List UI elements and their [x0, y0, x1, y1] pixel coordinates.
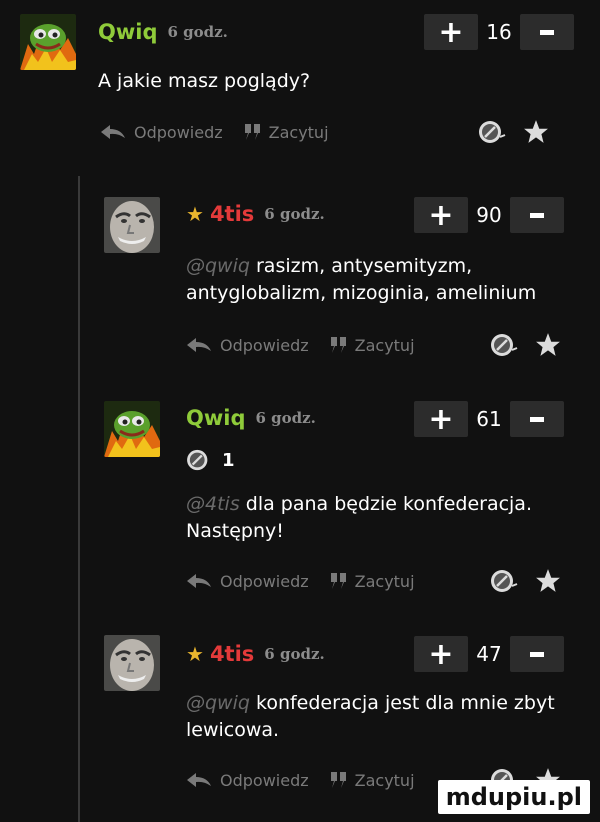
avatar-frog[interactable]: [20, 14, 76, 70]
comment-text: @qwiq rasizm, antysemityzm, antyglobaliz…: [186, 253, 576, 307]
reaction-count: 1: [222, 449, 235, 471]
vote-box: + 90: [414, 197, 564, 233]
upvote-button[interactable]: +: [414, 401, 468, 437]
vote-box: + 16: [424, 14, 574, 50]
reply-icon: [101, 125, 125, 139]
comment-header: ★ 4tis 6 godz.: [186, 636, 325, 672]
reaction-icon[interactable]: [490, 332, 520, 358]
comment-text: @qwiq konfederacja jest dla mnie zbyt le…: [186, 690, 586, 744]
reply-label: Odpowiedz: [220, 770, 309, 790]
reply-button[interactable]: Odpowiedz: [186, 336, 309, 355]
mention-link[interactable]: @qwiq: [186, 692, 250, 714]
vote-count: 61: [476, 407, 502, 431]
upvote-button[interactable]: +: [424, 14, 478, 50]
comment-actions: Odpowiedz Zacytuj: [100, 117, 351, 147]
star-badge-icon: ★: [186, 642, 204, 666]
star-badge-icon: ★: [186, 202, 204, 226]
vote-count: 16: [486, 20, 512, 44]
quote-label: Zacytuj: [354, 571, 415, 591]
comment-actions: Odpowiedz Zacytuj: [186, 330, 437, 360]
upvote-button[interactable]: +: [414, 636, 468, 672]
quote-icon: [330, 573, 346, 589]
reaction-icon[interactable]: [490, 568, 520, 594]
comment-actions: Odpowiedz Zacytuj: [186, 765, 437, 795]
quote-button[interactable]: Zacytuj: [330, 571, 415, 591]
thread-line: [78, 176, 80, 822]
quote-label: Zacytuj: [354, 770, 415, 790]
quote-icon: [330, 337, 346, 353]
comment-actions-right: [490, 330, 562, 360]
author-name[interactable]: 4tis: [210, 642, 254, 666]
downvote-button[interactable]: [510, 636, 564, 672]
quote-button[interactable]: Zacytuj: [330, 770, 415, 790]
mention-link[interactable]: @qwiq: [186, 255, 250, 277]
avatar-frog[interactable]: [104, 401, 160, 457]
author-name[interactable]: Qwiq: [98, 20, 157, 44]
quote-label: Zacytuj: [268, 122, 329, 142]
vote-count: 47: [476, 642, 502, 666]
reply-icon: [187, 773, 211, 787]
comment-actions: Odpowiedz Zacytuj: [186, 566, 437, 596]
reply-label: Odpowiedz: [220, 335, 309, 355]
quote-button[interactable]: Zacytuj: [244, 122, 329, 142]
comment-text: @4tis dla pana będzie konfederacja. Nast…: [186, 491, 576, 545]
vote-box: + 47: [414, 636, 564, 672]
timestamp: 6 godz.: [167, 23, 228, 41]
star-icon[interactable]: [534, 332, 562, 358]
star-icon[interactable]: [534, 568, 562, 594]
downvote-button[interactable]: [510, 401, 564, 437]
reply-button[interactable]: Odpowiedz: [186, 572, 309, 591]
reply-button[interactable]: Odpowiedz: [186, 771, 309, 790]
quote-icon: [244, 124, 260, 140]
watermark-logo: mdupiu.pl: [437, 780, 590, 814]
star-icon[interactable]: [522, 119, 550, 145]
reaction-icon[interactable]: [478, 119, 508, 145]
timestamp: 6 godz.: [264, 205, 325, 223]
reply-icon: [187, 338, 211, 352]
reaction-icon: [187, 449, 208, 471]
comment-text: A jakie masz poglądy?: [98, 68, 568, 95]
quote-button[interactable]: Zacytuj: [330, 335, 415, 355]
comment-header: Qwiq 6 godz.: [186, 400, 316, 436]
avatar-face[interactable]: [104, 197, 160, 253]
author-name[interactable]: 4tis: [210, 202, 254, 226]
reply-button[interactable]: Odpowiedz: [100, 123, 223, 142]
reaction-badge[interactable]: 1: [186, 448, 235, 472]
reply-icon: [187, 574, 211, 588]
comment-actions-right: [478, 117, 550, 147]
comment-actions-right: [490, 566, 562, 596]
downvote-button[interactable]: [520, 14, 574, 50]
timestamp: 6 godz.: [255, 409, 316, 427]
upvote-button[interactable]: +: [414, 197, 468, 233]
mention-link[interactable]: @4tis: [186, 493, 240, 515]
author-name[interactable]: Qwiq: [186, 406, 245, 430]
comment-header: Qwiq 6 godz.: [98, 14, 228, 50]
reply-label: Odpowiedz: [134, 122, 223, 142]
downvote-button[interactable]: [510, 197, 564, 233]
avatar-face[interactable]: [104, 635, 160, 691]
reply-label: Odpowiedz: [220, 571, 309, 591]
comment-body: A jakie masz poglądy?: [98, 70, 311, 92]
timestamp: 6 godz.: [264, 645, 325, 663]
quote-label: Zacytuj: [354, 335, 415, 355]
vote-box: + 61: [414, 401, 564, 437]
quote-icon: [330, 772, 346, 788]
comment-header: ★ 4tis 6 godz.: [186, 196, 325, 232]
vote-count: 90: [476, 203, 502, 227]
